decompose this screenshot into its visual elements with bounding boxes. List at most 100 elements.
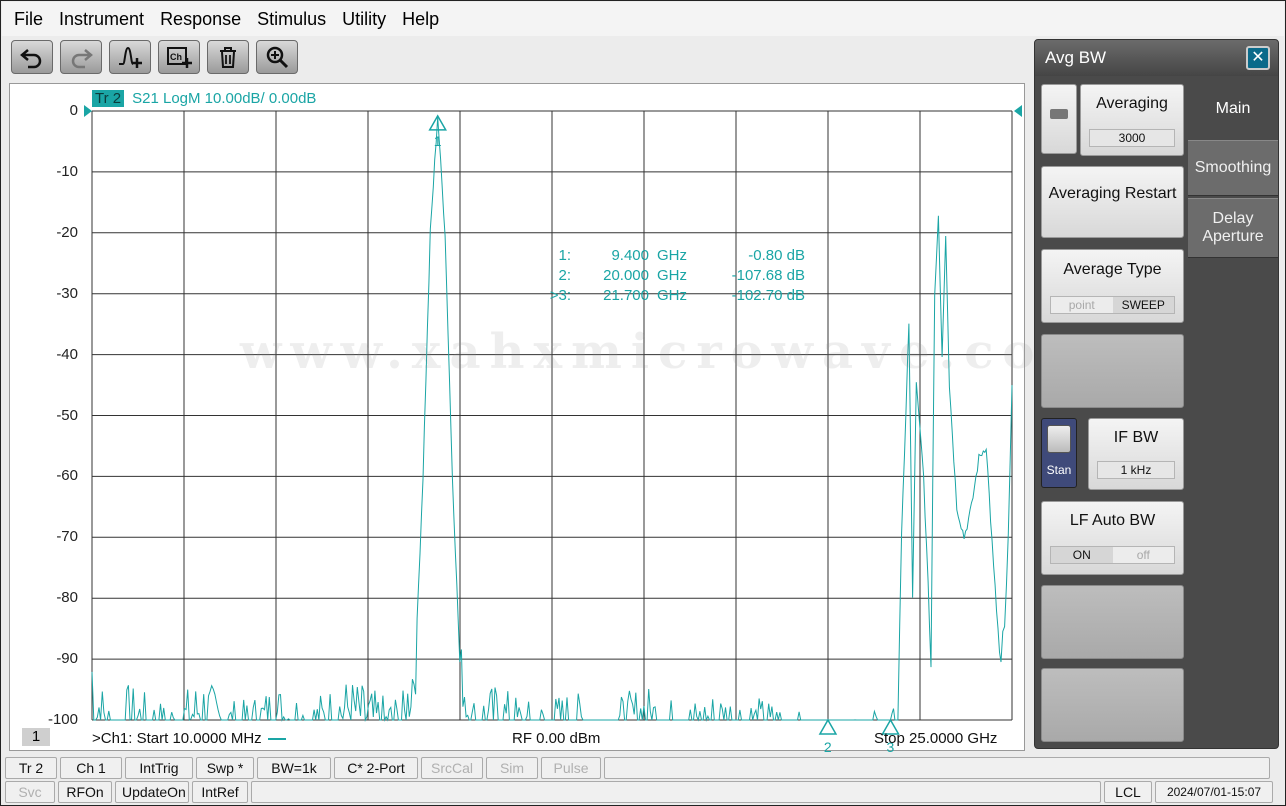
redo-icon — [71, 49, 93, 69]
status-spacer — [604, 757, 1270, 779]
tab-delay-aperture[interactable]: Delay Aperture — [1188, 198, 1278, 258]
close-icon: ✕ — [1251, 49, 1265, 66]
marker-freq: 20.000 — [603, 267, 649, 284]
menu-stimulus[interactable]: Stimulus — [251, 2, 336, 36]
averaging-button[interactable]: Averaging 3000 — [1080, 84, 1184, 156]
panel-title: Avg BW — [1035, 40, 1278, 76]
stop-frequency[interactable]: Stop 25.0000 GHz — [874, 730, 997, 747]
status-sim[interactable]: Sim — [486, 757, 538, 779]
average-type-button[interactable]: Average Type point SWEEP — [1041, 249, 1184, 323]
marker-freq: 21.700 — [603, 287, 649, 304]
close-button[interactable]: ✕ — [1246, 46, 1270, 70]
s21-plot: 12 3 — [84, 105, 1022, 752]
empty-softkey — [1041, 334, 1184, 408]
if-bw-value[interactable]: 1 kHz — [1097, 461, 1175, 479]
marker-unit: GHz — [657, 267, 687, 284]
marker-readout: 1: 9.400 GHz -0.80 dB 2: 20.000 GHz -107… — [535, 246, 805, 306]
rf-power[interactable]: RF 0.00 dBm — [512, 730, 600, 747]
channel-badge[interactable]: 1 — [22, 728, 50, 746]
menu-help[interactable]: Help — [396, 2, 449, 36]
lf-auto-bw-button[interactable]: LF Auto BW ON off — [1041, 501, 1184, 575]
lf-auto-bw-on[interactable]: ON — [1051, 547, 1113, 563]
empty-softkey — [1041, 585, 1184, 659]
trace-badge[interactable]: Tr 2 — [92, 90, 125, 107]
magnifier-icon — [266, 46, 289, 69]
y-tick-label: -80 — [56, 589, 78, 607]
menu-response[interactable]: Response — [154, 2, 251, 36]
toggle-knob — [1047, 425, 1071, 453]
averaging-toggle[interactable] — [1041, 84, 1077, 154]
trash-icon — [220, 47, 236, 68]
average-type-sweep[interactable]: SWEEP — [1112, 297, 1174, 313]
reference-arrow-left — [84, 105, 92, 117]
y-tick-label: 0 — [69, 102, 78, 119]
watermark: www.xahxmicrowave.com — [240, 324, 1104, 380]
averaging-label: Averaging — [1096, 95, 1168, 112]
status-local[interactable]: LCL — [1104, 781, 1152, 803]
analyzer-window: File Instrument Response Stimulus Utilit… — [0, 0, 1286, 806]
averaging-count[interactable]: 3000 — [1089, 129, 1175, 147]
start-frequency-label: >Ch1: Start 10.0000 MHz — [92, 730, 262, 747]
empty-softkey — [1041, 668, 1184, 742]
svg-text:Ch: Ch — [170, 52, 182, 62]
status-trace[interactable]: Tr 2 — [5, 757, 57, 779]
redo-button[interactable] — [60, 40, 102, 74]
marker-unit: GHz — [657, 247, 687, 264]
marker-2-label: 2 — [824, 739, 832, 752]
marker-unit: GHz — [657, 287, 687, 304]
tab-main[interactable]: Main — [1188, 82, 1278, 136]
if-bw-button[interactable]: IF BW 1 kHz — [1088, 418, 1184, 490]
y-tick-label: -70 — [56, 528, 78, 546]
lf-auto-bw-label: LF Auto BW — [1069, 512, 1156, 529]
lf-auto-bw-switch[interactable]: ON off — [1050, 546, 1175, 564]
trace-window[interactable]: 123 Tr 2 S21 LogM 10.00dB/ 0.00dB 0 -10 -2… — [9, 83, 1094, 752]
y-tick-label: -30 — [56, 284, 78, 302]
status-service[interactable]: Svc — [5, 781, 55, 803]
delete-button[interactable] — [207, 40, 249, 74]
undo-button[interactable] — [11, 40, 53, 74]
lf-auto-bw-off[interactable]: off — [1112, 547, 1174, 563]
toggle-knob — [1050, 109, 1068, 119]
marker-id: >3: — [549, 287, 571, 304]
stan-label: Stan — [1046, 463, 1072, 477]
marker-row: >3: 21.700 GHz -102.70 dB — [535, 286, 805, 306]
marker-id: 2: — [558, 267, 571, 284]
if-bw-mode-toggle[interactable]: Stan — [1041, 418, 1077, 488]
averaging-restart-button[interactable]: Averaging Restart — [1041, 166, 1184, 238]
status-update-on[interactable]: UpdateOn — [115, 781, 189, 803]
y-tick-label: -100 — [47, 711, 78, 728]
trace-scale-label[interactable]: S21 LogM 10.00dB/ 0.00dB — [132, 90, 316, 107]
status-reference[interactable]: IntRef — [192, 781, 248, 803]
menu-bar: File Instrument Response Stimulus Utilit… — [2, 2, 1284, 36]
menu-file[interactable]: File — [8, 2, 53, 36]
add-channel-icon: Ch — [167, 47, 192, 68]
y-tick-label: -20 — [56, 223, 78, 241]
status-rf-on[interactable]: RFOn — [58, 781, 112, 803]
status-source-cal[interactable]: SrcCal — [421, 757, 483, 779]
marker-row: 1: 9.400 GHz -0.80 dB — [535, 246, 805, 266]
status-spacer — [251, 781, 1101, 803]
menu-utility[interactable]: Utility — [336, 2, 396, 36]
tab-smoothing[interactable]: Smoothing — [1188, 140, 1278, 196]
undo-icon — [20, 49, 42, 69]
menu-instrument[interactable]: Instrument — [53, 2, 154, 36]
status-calibration[interactable]: C* 2-Port — [334, 757, 418, 779]
zoom-button[interactable] — [256, 40, 298, 74]
add-channel-button[interactable]: Ch — [158, 40, 200, 74]
start-frequency[interactable]: >Ch1: Start 10.0000 MHz — [92, 730, 288, 747]
y-tick-label: -50 — [56, 406, 78, 424]
status-trigger[interactable]: IntTrig — [125, 757, 193, 779]
add-trace-button[interactable] — [109, 40, 151, 74]
marker-id: 1: — [558, 247, 571, 264]
softkey-panel: Avg BW ✕ Main Smoothing Delay Aperture A… — [1034, 39, 1279, 749]
trace-header[interactable]: Tr 2 S21 LogM 10.00dB/ 0.00dB — [92, 90, 316, 107]
status-datetime: 2024/07/01-15:07 — [1155, 781, 1273, 803]
status-sweep[interactable]: Swp * — [196, 757, 254, 779]
average-type-point[interactable]: point — [1051, 297, 1113, 313]
average-type-switch[interactable]: point SWEEP — [1050, 296, 1175, 314]
status-bandwidth[interactable]: BW=1k — [257, 757, 331, 779]
marker-row: 2: 20.000 GHz -107.68 dB — [535, 266, 805, 286]
status-channel[interactable]: Ch 1 — [60, 757, 122, 779]
toolbar: Ch — [2, 36, 1032, 78]
status-pulse[interactable]: Pulse — [541, 757, 601, 779]
